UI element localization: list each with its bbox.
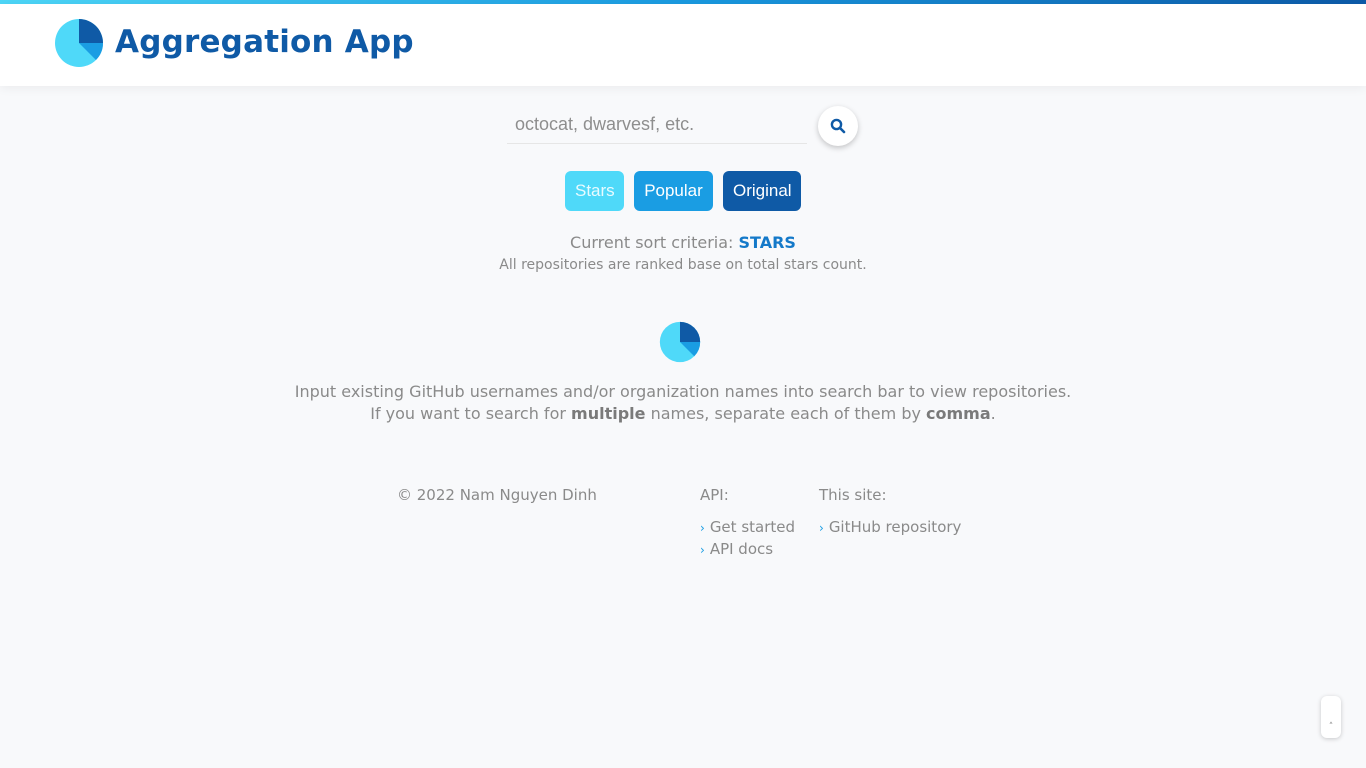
sort-criteria-label: Current sort criteria: [570, 233, 734, 252]
footer-link-label: GitHub repository [828, 518, 962, 536]
footer-site-title: This site: [819, 486, 887, 504]
app-title[interactable]: Aggregation App [115, 24, 414, 60]
instruction-line-2: If you want to search for multiple names… [0, 404, 1366, 423]
footer-copyright: © 2022 Nam Nguyen Dinh [397, 486, 597, 504]
sort-popular-button[interactable]: Popular [634, 171, 713, 211]
instruction-line-1: Input existing GitHub usernames and/or o… [294, 382, 1072, 401]
pie-chart-icon [659, 321, 701, 363]
instruction-text: If you want to search for [370, 404, 566, 423]
search-bar [507, 106, 859, 146]
chevron-up-icon: ˄ [1328, 722, 1334, 732]
instruction-emphasis-comma: comma [926, 404, 991, 423]
pie-chart-icon[interactable] [54, 18, 104, 68]
footer-link-github-repository[interactable]: › GitHub repository [819, 517, 961, 539]
instruction-emphasis-multiple: multiple [571, 404, 646, 423]
chevron-right-icon: › [700, 543, 705, 557]
footer-link-api-docs[interactable]: › API docs [700, 539, 795, 561]
chevron-right-icon: › [700, 521, 705, 535]
instruction-text: names, separate each of them by [650, 404, 921, 423]
footer-link-label: API docs [709, 540, 774, 558]
search-button[interactable] [818, 106, 858, 146]
footer-link-label: Get started [709, 518, 796, 536]
sort-criteria: Current sort criteria: STARS [0, 233, 1366, 252]
search-icon [830, 118, 846, 134]
scroll-to-top-button[interactable]: ˄ [1321, 696, 1341, 738]
search-input[interactable] [507, 106, 807, 144]
sort-criteria-description: All repositories are ranked base on tota… [499, 257, 867, 273]
footer-api-title: API: [700, 486, 729, 504]
sort-original-button[interactable]: Original [723, 171, 801, 211]
footer-api-column: API: › Get started › API docs [700, 486, 795, 561]
sort-stars-button[interactable]: Stars [565, 171, 624, 211]
footer-site-column: This site: › GitHub repository [819, 486, 961, 539]
instruction-text: . [990, 404, 996, 423]
app-header: Aggregation App [0, 4, 1366, 86]
footer-link-get-started[interactable]: › Get started [700, 517, 795, 539]
chevron-right-icon: › [819, 521, 824, 535]
sort-criteria-value: STARS [738, 233, 796, 252]
sort-button-group: Stars Popular Original [565, 171, 801, 211]
